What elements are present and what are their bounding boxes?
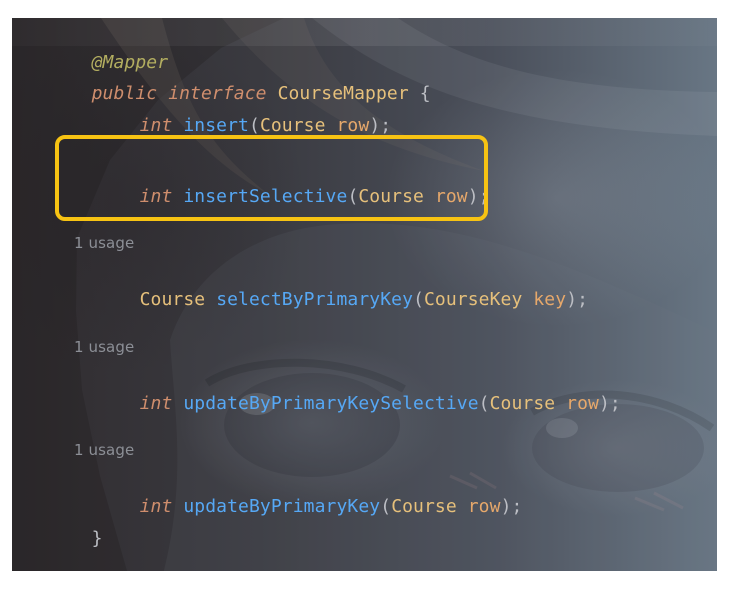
select-close: );: [566, 289, 589, 310]
select-method-name: selectByPrimaryKey: [216, 289, 414, 310]
open-brace: {: [419, 83, 431, 104]
insert-method-name: insert: [183, 115, 249, 136]
insert-open-paren: (: [249, 115, 260, 136]
update-param-type: Course: [391, 496, 457, 517]
update-return-type: int: [139, 496, 173, 517]
update-selective-param-name: row: [566, 393, 599, 414]
select-return-type: Course: [139, 289, 206, 310]
update-close: );: [500, 496, 523, 517]
select-open-paren: (: [413, 289, 424, 310]
update-selective-param-type: Course: [489, 393, 556, 414]
update-selective-return-type: int: [139, 393, 173, 414]
insert-param-type: Course: [259, 115, 326, 136]
code-line-interface-declaration[interactable]: public interface CourseMapper {: [26, 58, 431, 104]
update-selective-open-paren: (: [478, 393, 490, 414]
insert-return-type: int: [139, 115, 173, 136]
highlight-box: [55, 135, 488, 221]
update-selective-close: );: [598, 393, 621, 414]
usage-hint-update-selective[interactable]: 1 usage: [74, 338, 134, 356]
code-line-select-by-primary-key[interactable]: Course selectByPrimaryKey(CourseKey key)…: [26, 264, 588, 310]
update-method-name: updateByPrimaryKey: [183, 496, 381, 517]
insert-close: );: [369, 115, 392, 136]
code-line-insert[interactable]: int insert(Course row);: [26, 90, 391, 136]
select-param-name: key: [533, 289, 567, 310]
closing-brace: }: [91, 528, 103, 549]
usage-hint-update[interactable]: 1 usage: [74, 441, 134, 459]
select-param-type: CourseKey: [424, 289, 523, 310]
usage-hint-select[interactable]: 1 usage: [74, 234, 134, 252]
insert-param-name: row: [336, 115, 370, 136]
update-open-paren: (: [380, 496, 392, 517]
code-line-update-selective[interactable]: int updateByPrimaryKeySelective(Course r…: [26, 368, 621, 414]
code-content[interactable]: @Mapper public interface CourseMapper { …: [12, 18, 717, 571]
code-line-annotation[interactable]: @Mapper: [26, 27, 168, 73]
code-editor[interactable]: @Mapper public interface CourseMapper { …: [12, 18, 717, 571]
code-line-update-by-primary-key[interactable]: int updateByPrimaryKey(Course row);: [26, 471, 523, 517]
update-selective-method-name: updateByPrimaryKeySelective: [183, 393, 479, 414]
update-param-name: row: [467, 496, 501, 517]
code-line-closing-brace[interactable]: }: [26, 503, 103, 549]
